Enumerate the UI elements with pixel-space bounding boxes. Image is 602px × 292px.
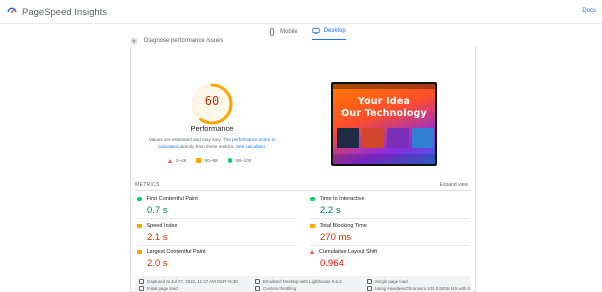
screenshot-cards [337,128,434,148]
docs-link[interactable]: Docs [582,8,596,14]
performance-score: 60 [204,94,220,108]
metric-label: First Contentful Paint [146,196,198,202]
screenshot-card [362,128,384,148]
pagespeed-logo-icon [7,7,17,13]
circle-icon [227,158,233,163]
metric-label: Speed Index [146,223,178,229]
legend-poor: 0–49 [168,158,186,163]
metric-separator [310,245,470,246]
screenshot-footer-strip [333,154,435,164]
runtime-info-footer: Captured at Jul 27, 2022, 11:27 AM GMT+5… [135,276,471,292]
shield-icon [367,286,372,291]
calculator-link[interactable]: See calculator. [236,144,266,149]
diagnose-icon [130,37,138,45]
emulation-info: Emulated Desktop with Lighthouse 9.6.2 [255,279,342,284]
timer-icon [367,279,372,284]
legend-average-range: 50–89 [204,158,218,163]
metric-tbt: Total Blocking Time 270 ms [310,223,470,246]
app-title: PageSpeed Insights [22,6,108,18]
brand[interactable]: PageSpeed Insights [6,6,107,18]
captured-text: Captured at Jul 27, 2022, 11:27 AM GMT+5… [147,279,238,284]
square-icon [196,158,201,163]
device-tabs: Mobile Desktop [268,27,346,40]
performance-title: Performance [190,124,234,133]
metric-value: 2.0 s [147,258,168,269]
metric-value: 0.964 [320,258,344,269]
note-text: Values are estimated and may vary. The [149,137,233,142]
screenshot-nav [333,84,435,89]
screenshot-content: Your Idea Our Technology [333,84,435,164]
expand-view-button[interactable]: Expand view [440,182,468,188]
top-bar: PageSpeed Insights Docs [0,0,602,24]
tab-desktop[interactable]: Desktop [311,27,346,40]
metric-separator [137,245,297,246]
screenshot-heading-2: Our Technology [341,108,427,119]
metrics-heading: METRICS [135,182,160,188]
monitor-icon [312,28,320,34]
tab-mobile[interactable]: Mobile [268,27,298,40]
calendar-icon [139,279,144,284]
legend-poor-range: 0–49 [176,158,187,163]
poor-triangle-icon [310,250,314,254]
metric-value: 2.2 s [320,205,341,216]
metric-value: 270 ms [320,232,352,243]
legend-average: 50–89 [196,158,218,163]
metric-tti: Time to Interactive 2.2 s [310,196,470,219]
triangle-icon [168,158,172,163]
diagnose-section-header: Diagnose performance issues [130,37,223,45]
monitor-icon [255,279,260,284]
good-circle-icon [137,196,142,202]
screenshot-heading-1: Your Idea [357,96,411,107]
note-text-mid: directly from these metrics. [178,143,236,149]
average-square-icon [137,223,142,229]
screenshot-card [387,128,409,148]
emulation-text: Emulated Desktop with Lighthouse 9.6.2 [263,279,342,284]
metrics-divider [135,190,471,191]
legend-good-range: 90–100 [236,158,252,163]
metric-separator [310,218,470,219]
metric-label: Time to Interactive [319,196,365,202]
legend-good: 90–100 [227,158,252,163]
performance-note: Values are estimated and may vary. The p… [142,137,282,150]
tab-mobile-label: Mobile [280,28,298,35]
average-square-icon [137,249,142,255]
single-load-text: Single page load [375,279,408,284]
metric-separator [137,218,297,219]
metric-label: Total Blocking Time [319,223,367,229]
browser-info: Using HeadlessChromium 102.0.5005.115 wi… [367,286,470,291]
wifi-icon [255,286,260,291]
metric-label: Cumulative Layout Shift [319,249,378,255]
initial-load-info: Initial page load [139,286,178,291]
page-icon [139,286,144,291]
single-load-info: Single page load [367,279,408,284]
screenshot-card [412,128,434,148]
throttling-text: Custom throttling [263,286,297,291]
metric-fcp: First Contentful Paint 0.7 s [137,196,297,219]
captured-info: Captured at Jul 27, 2022, 11:27 AM GMT+5… [139,279,238,284]
average-square-icon [310,223,315,229]
phone-icon [270,27,274,36]
screenshot-card [337,128,359,148]
metric-value: 2.1 s [147,232,168,243]
throttling-info: Custom throttling [255,286,296,291]
metric-value: 0.7 s [147,205,168,216]
diagnose-label: Diagnose performance issues [144,38,224,44]
score-legend: 0–49 50–89 90–100 [168,158,251,163]
page-screenshot: Your Idea Our Technology [331,82,437,166]
browser-text: Using HeadlessChromium 102.0.5005.115 wi… [375,286,471,291]
metric-cls: Cumulative Layout Shift 0.964 [310,249,470,269]
initial-load-text: Initial page load [147,286,178,291]
metric-speed-index: Speed Index 2.1 s [137,223,297,246]
good-circle-icon [310,196,315,202]
metric-label: Largest Contentful Paint [146,249,206,255]
tab-desktop-label: Desktop [323,28,346,34]
metric-lcp: Largest Contentful Paint 2.0 s [137,249,297,269]
